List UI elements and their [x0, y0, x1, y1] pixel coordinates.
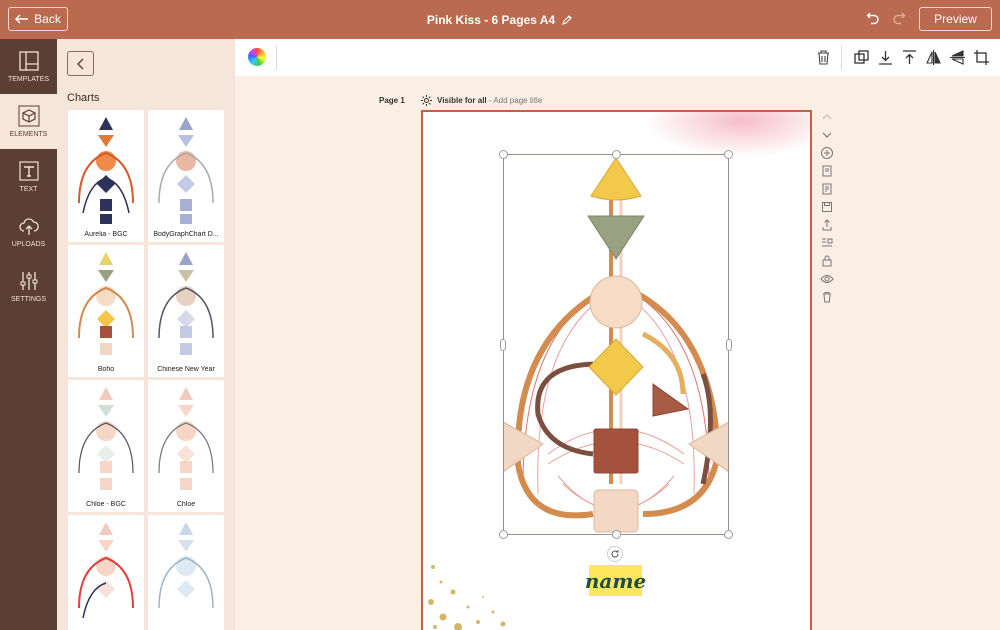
- selection-box: [503, 154, 729, 535]
- chart-card[interactable]: Boho: [68, 245, 144, 377]
- preview-button[interactable]: Preview: [919, 7, 992, 31]
- back-label: Back: [34, 12, 61, 26]
- resize-handle-right[interactable]: [726, 339, 732, 351]
- redo-icon[interactable]: [892, 11, 906, 25]
- rail-label: TEXT: [19, 186, 38, 193]
- document-title[interactable]: Pink Kiss - 6 Pages A4: [427, 13, 555, 27]
- rail-label: TEMPLATES: [7, 76, 50, 83]
- resize-handle-top-left[interactable]: [499, 150, 508, 159]
- rail-item-templates[interactable]: TEMPLATES: [0, 39, 57, 94]
- cube-icon: [18, 105, 39, 127]
- crop-icon[interactable]: [973, 49, 990, 66]
- rail-label: UPLOADS: [11, 241, 46, 248]
- toolbar-divider: [276, 45, 277, 70]
- chart-card[interactable]: Chloe - BGC: [68, 380, 144, 512]
- pencil-icon[interactable]: [561, 14, 573, 26]
- arrow-left-icon: [15, 14, 29, 24]
- rotate-icon: [611, 550, 619, 558]
- lock-icon[interactable]: [820, 254, 834, 268]
- page-label: Page 1: [379, 96, 405, 105]
- visibility-label: Visible for all: [437, 96, 487, 105]
- cloud-upload-icon: [18, 218, 39, 235]
- collapse-panel-button[interactable]: [67, 51, 94, 76]
- page-settings-icon[interactable]: [820, 182, 834, 196]
- elements-panel: Charts Aurelia - BGC BodyGraphChart D...…: [57, 39, 235, 630]
- rail-item-elements[interactable]: ELEMENTS: [0, 94, 57, 149]
- resize-handle-bottom-left[interactable]: [499, 530, 508, 539]
- rotate-handle[interactable]: [607, 546, 623, 562]
- name-text-element[interactable]: name: [585, 565, 646, 596]
- flip-horizontal-icon[interactable]: [925, 49, 942, 66]
- chevron-up-icon[interactable]: [820, 110, 834, 124]
- add-page-title-link[interactable]: - Add page title: [489, 96, 542, 105]
- chart-card-label: Chinese New Year: [157, 366, 215, 373]
- add-page-icon[interactable]: [820, 146, 834, 160]
- chart-card[interactable]: [148, 515, 224, 630]
- chart-card[interactable]: Chloe: [148, 380, 224, 512]
- resize-handle-top[interactable]: [612, 150, 621, 159]
- chart-card-label: Chloe - BGC: [86, 501, 126, 508]
- trash-icon[interactable]: [815, 49, 832, 66]
- bodygraph-thumbnail-icon: [158, 522, 214, 609]
- chart-card[interactable]: Chinese New Year: [148, 245, 224, 377]
- top-bar: Back Pink Kiss - 6 Pages A4 Preview: [0, 0, 1000, 39]
- left-rail: TEMPLATES ELEMENTS TEXT UPLOADS SETTINGS: [0, 39, 57, 630]
- rail-item-settings[interactable]: SETTINGS: [0, 259, 57, 314]
- bodygraph-thumbnail-icon: [78, 387, 134, 490]
- document-title-area: Pink Kiss - 6 Pages A4: [0, 0, 1000, 39]
- bodygraph-thumbnail-icon: [158, 117, 214, 224]
- resize-handle-top-right[interactable]: [724, 150, 733, 159]
- resize-handle-bottom-right[interactable]: [724, 530, 733, 539]
- align-bottom-icon[interactable]: [877, 49, 894, 66]
- sliders-icon: [20, 272, 37, 290]
- chevron-left-icon: [76, 58, 83, 69]
- bodygraph-thumbnail-icon: [158, 252, 214, 355]
- chart-card-label: BodyGraphChart D...: [153, 231, 219, 238]
- layout-icon[interactable]: [820, 236, 834, 250]
- rail-label: SETTINGS: [10, 296, 46, 303]
- chevron-down-icon[interactable]: [820, 128, 834, 142]
- bodygraph-thumbnail-icon: [78, 252, 134, 355]
- chart-card[interactable]: [68, 515, 144, 630]
- chart-card[interactable]: Aurelia - BGC: [68, 110, 144, 242]
- flip-vertical-icon[interactable]: [949, 49, 966, 66]
- delete-page-icon[interactable]: [820, 290, 834, 304]
- resize-handle-bottom[interactable]: [612, 530, 621, 539]
- gear-icon[interactable]: [420, 94, 433, 107]
- undo-icon[interactable]: [866, 11, 880, 25]
- resize-handle-left[interactable]: [500, 339, 506, 351]
- page-visibility[interactable]: Visible for all - Add page title: [437, 96, 542, 105]
- back-button[interactable]: Back: [8, 7, 68, 31]
- panel-title: Charts: [67, 92, 100, 104]
- toolbar-divider: [841, 45, 842, 70]
- align-top-icon[interactable]: [901, 49, 918, 66]
- rail-item-text[interactable]: TEXT: [0, 149, 57, 204]
- copy-page-icon[interactable]: [820, 164, 834, 178]
- chart-card-label: Boho: [97, 366, 115, 373]
- chart-card-label: Chloe: [176, 501, 196, 508]
- bodygraph-thumbnail-icon: [78, 522, 134, 619]
- export-icon[interactable]: [820, 218, 834, 232]
- bodygraph-thumbnail-icon: [78, 117, 134, 224]
- rail-label: ELEMENTS: [9, 131, 48, 138]
- color-picker-icon[interactable]: [248, 48, 266, 66]
- chart-card-label: Aurelia - BGC: [84, 231, 128, 238]
- save-icon[interactable]: [820, 200, 834, 214]
- eye-icon[interactable]: [820, 272, 834, 286]
- templates-icon: [18, 51, 39, 71]
- duplicate-icon[interactable]: [853, 49, 870, 66]
- bodygraph-thumbnail-icon: [158, 387, 214, 490]
- element-toolbar: [235, 39, 1000, 76]
- text-icon: [18, 161, 39, 181]
- rail-item-uploads[interactable]: UPLOADS: [0, 204, 57, 259]
- chart-card[interactable]: BodyGraphChart D...: [148, 110, 224, 242]
